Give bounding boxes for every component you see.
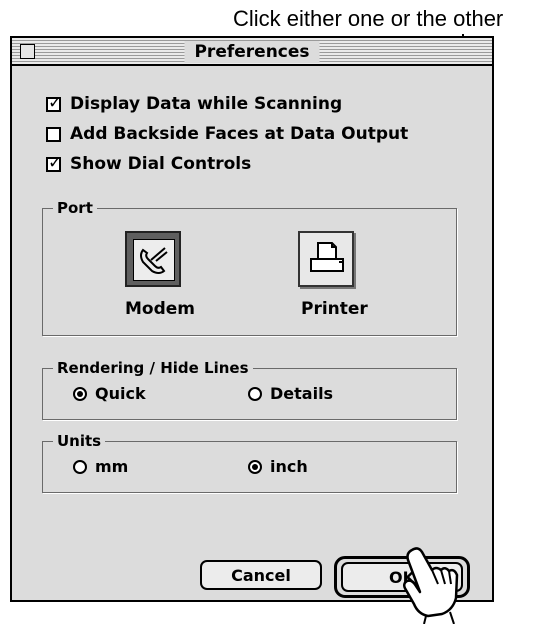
modem-label: Modem xyxy=(125,299,196,319)
radio-quick[interactable]: Quick xyxy=(73,384,146,403)
radio-button-details[interactable] xyxy=(248,386,262,401)
radio-button-quick[interactable] xyxy=(73,386,87,401)
option-add-backside[interactable]: Add Backside Faces at Data Output xyxy=(46,124,408,144)
rendering-group: Rendering / Hide Lines Quick Details xyxy=(42,358,457,420)
port-group-label: Port xyxy=(53,198,97,218)
radio-label: Details xyxy=(270,384,334,403)
callout-annotation: Click either one or the other xyxy=(233,6,504,31)
option-show-dial[interactable]: Show Dial Controls xyxy=(46,153,252,174)
radio-label: Quick xyxy=(95,384,146,403)
option-display-data[interactable]: Display Data while Scanning xyxy=(46,93,343,114)
checkbox-add-backside[interactable] xyxy=(46,126,61,142)
cancel-button[interactable]: Cancel xyxy=(200,560,322,590)
radio-button-mm[interactable] xyxy=(73,459,87,474)
checkbox-show-dial[interactable] xyxy=(46,153,62,173)
pointing-hand-icon xyxy=(403,547,459,624)
phone-icon xyxy=(140,247,168,274)
radio-mm[interactable]: mm xyxy=(73,457,128,476)
dialog-title: Preferences xyxy=(184,41,320,63)
radio-details[interactable]: Details xyxy=(248,384,333,403)
radio-button-inch[interactable] xyxy=(248,459,262,474)
printer-label: Printer xyxy=(301,299,368,319)
checkbox-display-data[interactable] xyxy=(46,93,62,113)
rendering-group-label: Rendering / Hide Lines xyxy=(53,358,253,378)
close-box[interactable] xyxy=(20,44,35,59)
printer-button[interactable] xyxy=(298,231,354,287)
option-label: Display Data while Scanning xyxy=(70,94,343,114)
units-group-label: Units xyxy=(53,431,106,451)
radio-inch[interactable]: inch xyxy=(248,457,308,476)
option-label: Show Dial Controls xyxy=(70,154,252,174)
option-label: Add Backside Faces at Data Output xyxy=(70,124,409,144)
radio-label: inch xyxy=(270,457,308,476)
radio-label: mm xyxy=(95,457,129,476)
units-group: Units mm inch xyxy=(42,431,457,493)
title-bar[interactable]: Preferences xyxy=(12,38,492,66)
modem-button[interactable] xyxy=(125,231,181,287)
printer-icon xyxy=(310,242,344,272)
port-group: Port Modem Printer xyxy=(42,198,457,336)
preferences-dialog: Preferences Display Data while Scanning … xyxy=(10,36,494,602)
